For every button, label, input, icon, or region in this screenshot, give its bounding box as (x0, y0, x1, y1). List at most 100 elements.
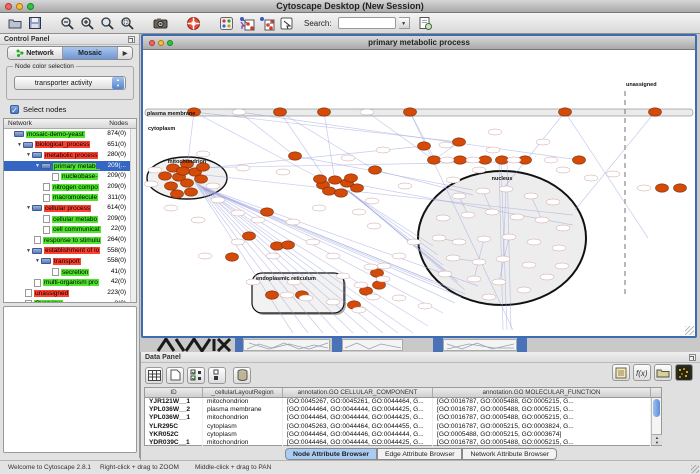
tree-row[interactable]: mosaic-demo-yeast874(0) (4, 129, 136, 140)
node-label[interactable] (364, 264, 378, 270)
node-label[interactable] (326, 299, 340, 305)
tree-expander-icon[interactable]: ▼ (25, 152, 32, 158)
background-window-thumbnail[interactable] (443, 339, 517, 351)
table-row[interactable]: YLR295Ccytoplasm[GO:0045263, GO:0044464,… (145, 423, 661, 431)
zoom-selected-icon[interactable] (99, 15, 116, 31)
node-label[interactable] (466, 157, 480, 163)
tree-expander-icon[interactable]: ▼ (25, 248, 32, 254)
node-label[interactable] (286, 219, 300, 225)
node[interactable] (274, 108, 287, 116)
tree-scrollbar[interactable] (130, 129, 136, 302)
node[interactable] (345, 174, 358, 182)
zoom-button[interactable] (167, 40, 173, 46)
node-label[interactable] (482, 294, 496, 300)
table-column-header[interactable]: annotation.GO MOLECULAR_FUNCTION (433, 388, 651, 397)
table-column-header[interactable]: annotation.GO CELLULAR_COMPONENT (283, 388, 433, 397)
node[interactable] (314, 175, 327, 183)
node-label[interactable] (540, 274, 554, 280)
node[interactable] (335, 189, 348, 197)
node-label[interactable] (452, 193, 466, 199)
tree-row[interactable]: nitrogen compo209(0) (4, 182, 136, 193)
node-label[interactable] (522, 262, 536, 268)
node[interactable] (453, 138, 466, 146)
node-label[interactable] (527, 239, 541, 245)
tree-row[interactable]: Overview8(0) (4, 299, 136, 304)
node[interactable] (573, 156, 586, 164)
attribute-list-icon[interactable] (612, 364, 630, 381)
node-label[interactable] (360, 109, 374, 115)
node-label[interactable] (407, 239, 421, 245)
tree-row[interactable]: macromolecule311(0) (4, 193, 136, 204)
select-edges-filter-icon[interactable] (258, 15, 275, 31)
tree-row[interactable]: ▼primary metabo209(... (4, 161, 136, 172)
node-label[interactable] (164, 205, 178, 211)
tab-overflow-arrow[interactable]: ▶ (118, 47, 132, 59)
table-column-header[interactable]: _cellularLayoutRegion (203, 388, 283, 397)
tree-row[interactable]: secretion41(0) (4, 267, 136, 278)
tab-node-attribute-browser[interactable]: Node Attribute Browser (285, 448, 377, 460)
tree-row[interactable]: response to stimulu264(0) (4, 235, 136, 246)
tree-row[interactable]: ▼transport558(0) (4, 256, 136, 267)
node-label[interactable] (377, 263, 391, 269)
node[interactable] (323, 187, 336, 195)
table-row[interactable]: YKR052Ccytoplasm[GO:0044464, GO:0044446,… (145, 431, 661, 439)
node-label[interactable] (392, 253, 406, 259)
node[interactable] (369, 166, 382, 174)
node-label[interactable] (438, 271, 452, 277)
node[interactable] (351, 184, 364, 192)
node-label[interactable] (198, 253, 212, 259)
node-label[interactable] (144, 181, 158, 187)
network-canvas[interactable]: plasma membranecytoplasmmitochondrionnuc… (143, 50, 695, 336)
node-label[interactable] (352, 209, 366, 215)
node-label[interactable] (510, 214, 524, 220)
node-label[interactable] (206, 183, 220, 189)
node[interactable] (329, 176, 342, 184)
select-nodes-filter-icon[interactable] (238, 15, 255, 31)
tree-row[interactable]: ▼cellular process614(0) (4, 203, 136, 214)
node-label[interactable] (398, 183, 412, 189)
node-label[interactable] (191, 217, 205, 223)
node-label[interactable] (306, 239, 320, 245)
node-label[interactable] (341, 155, 355, 161)
attribute-table[interactable]: ID_cellularLayoutRegionannotation.GO CEL… (144, 387, 662, 446)
table-column-header[interactable]: ID (145, 388, 203, 397)
node[interactable] (165, 182, 178, 190)
node[interactable] (181, 179, 194, 187)
tree-row[interactable]: nucleobase-209(0) (4, 171, 136, 182)
node-label[interactable] (488, 129, 502, 135)
compartment-plasma-membrane[interactable] (145, 109, 693, 116)
node-label[interactable] (336, 273, 350, 279)
node-label[interactable] (556, 225, 570, 231)
table-row[interactable]: YPL036W__2plasma membrane[GO:0044464, GO… (145, 406, 661, 414)
node-label[interactable] (376, 276, 390, 282)
node[interactable] (318, 108, 331, 116)
node[interactable] (243, 232, 256, 240)
node-label[interactable] (231, 210, 245, 216)
table-scrollbar-thumb[interactable] (653, 399, 660, 417)
tree-row[interactable]: cellular metabo209(0) (4, 214, 136, 225)
node-label[interactable] (637, 185, 651, 191)
minimize-button[interactable] (158, 40, 164, 46)
save-session-icon[interactable] (26, 15, 43, 31)
node-label[interactable] (461, 212, 475, 218)
node-label[interactable] (544, 157, 558, 163)
zoom-button[interactable] (27, 3, 34, 10)
node-label[interactable] (236, 165, 250, 171)
node-label[interactable] (266, 253, 280, 259)
node-label[interactable] (584, 175, 598, 181)
node[interactable] (428, 156, 441, 164)
node-label[interactable] (502, 234, 516, 240)
node-label[interactable] (352, 307, 366, 313)
tree-row[interactable]: ▼establishment of lo558(0) (4, 246, 136, 257)
attribute-table-icon[interactable] (145, 367, 163, 384)
tree-row[interactable]: ▼biological_process651(0) (4, 140, 136, 151)
import-attributes-icon[interactable] (654, 364, 672, 381)
node[interactable] (418, 142, 431, 150)
close-button[interactable] (5, 3, 12, 10)
network-window-titlebar[interactable]: primary metabolic process (143, 36, 695, 50)
node[interactable] (649, 108, 662, 116)
tree-expander-icon[interactable]: ▼ (34, 163, 41, 169)
help-icon[interactable] (185, 15, 202, 31)
network-window[interactable]: primary metabolic process plasma membran… (141, 34, 697, 338)
select-attributes-icon[interactable] (187, 367, 205, 384)
